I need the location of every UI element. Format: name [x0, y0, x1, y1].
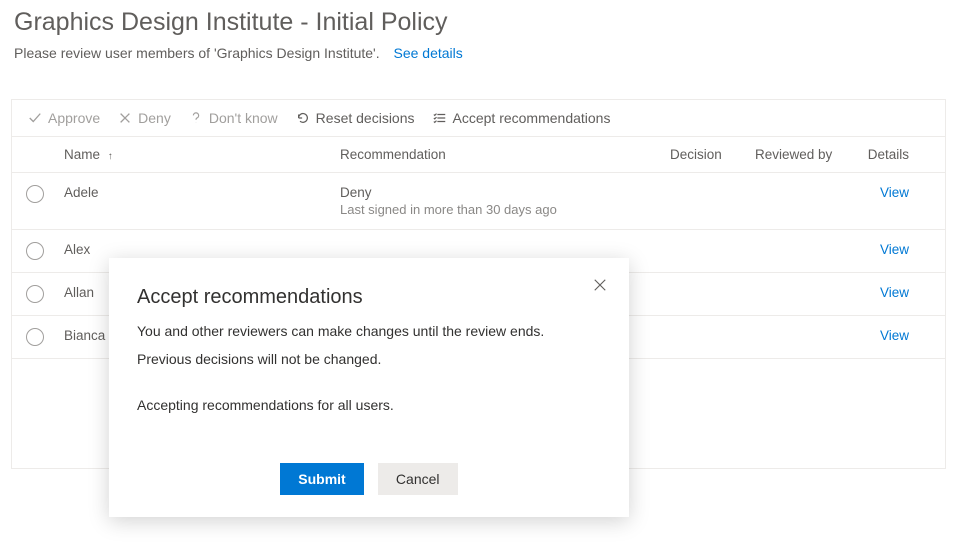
accept-rec-label: Accept recommendations	[453, 110, 611, 126]
sort-asc-icon: ↑	[108, 151, 113, 162]
close-icon	[593, 278, 607, 292]
accept-recommendations-dialog: Accept recommendations You and other rev…	[109, 258, 629, 517]
rec-value: Deny	[340, 185, 670, 200]
refresh-icon	[296, 111, 310, 125]
col-reviewed-by[interactable]: Reviewed by	[755, 147, 855, 162]
row-recommendation: Deny Last signed in more than 30 days ag…	[340, 185, 670, 217]
view-link[interactable]: View	[855, 185, 915, 200]
approve-label: Approve	[48, 110, 100, 126]
cancel-button[interactable]: Cancel	[378, 463, 458, 495]
accept-recommendations-button[interactable]: Accept recommendations	[433, 110, 611, 126]
table-row: Adele Deny Last signed in more than 30 d…	[12, 173, 945, 230]
see-details-link[interactable]: See details	[394, 45, 463, 61]
row-select-radio[interactable]	[26, 242, 44, 260]
col-name-label: Name	[64, 147, 100, 162]
toolbar: Approve Deny Don't know Reset decisions …	[12, 100, 945, 137]
dialog-title: Accept recommendations	[137, 286, 601, 309]
approve-button[interactable]: Approve	[28, 110, 100, 126]
row-name: Alex	[60, 242, 340, 257]
view-link[interactable]: View	[855, 285, 915, 300]
col-recommendation[interactable]: Recommendation	[340, 147, 670, 162]
dialog-line1: You and other reviewers can make changes…	[137, 323, 601, 339]
submit-button[interactable]: Submit	[280, 463, 363, 495]
x-icon	[118, 111, 132, 125]
row-select-radio[interactable]	[26, 185, 44, 203]
col-details: Details	[855, 147, 915, 162]
reset-decisions-button[interactable]: Reset decisions	[296, 110, 415, 126]
dialog-actions: Submit Cancel	[137, 463, 601, 495]
col-decision[interactable]: Decision	[670, 147, 755, 162]
rec-subtext: Last signed in more than 30 days ago	[340, 202, 670, 217]
view-link[interactable]: View	[855, 242, 915, 257]
col-name[interactable]: Name ↑	[60, 147, 340, 162]
dialog-close-button[interactable]	[593, 278, 607, 297]
dialog-line2: Previous decisions will not be changed.	[137, 351, 601, 367]
row-name: Adele	[60, 185, 340, 200]
dialog-line3: Accepting recommendations for all users.	[137, 397, 601, 413]
table-header-row: Name ↑ Recommendation Decision Reviewed …	[12, 137, 945, 173]
check-icon	[28, 111, 42, 125]
deny-button[interactable]: Deny	[118, 110, 171, 126]
dont-know-button[interactable]: Don't know	[189, 110, 278, 126]
dont-know-label: Don't know	[209, 110, 278, 126]
subtitle-row: Please review user members of 'Graphics …	[14, 45, 957, 61]
view-link[interactable]: View	[855, 328, 915, 343]
deny-label: Deny	[138, 110, 171, 126]
question-icon	[189, 111, 203, 125]
row-select-radio[interactable]	[26, 285, 44, 303]
subtitle-text: Please review user members of 'Graphics …	[14, 45, 380, 61]
reset-label: Reset decisions	[316, 110, 415, 126]
row-select-radio[interactable]	[26, 328, 44, 346]
page-title: Graphics Design Institute - Initial Poli…	[14, 6, 957, 39]
checklist-icon	[433, 111, 447, 125]
